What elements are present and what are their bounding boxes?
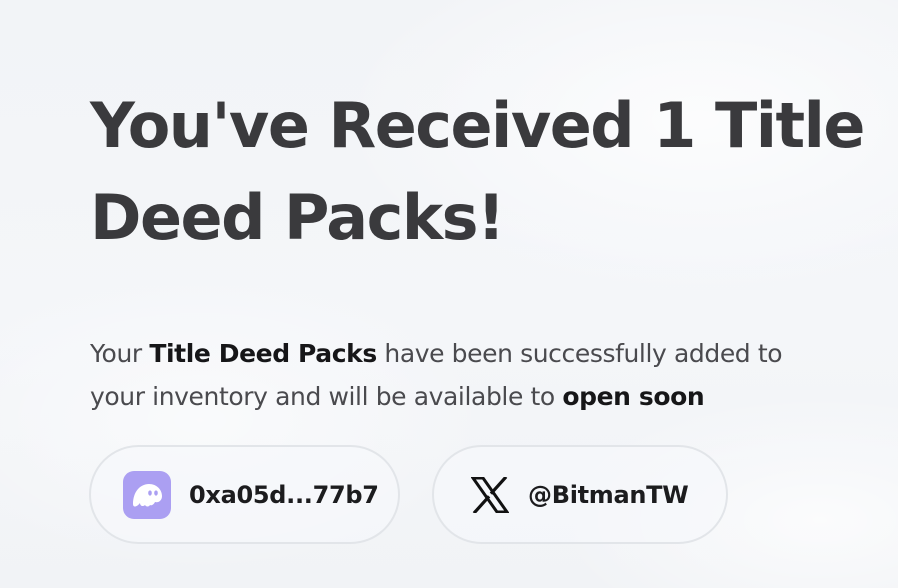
phantom-wallet-icon bbox=[123, 470, 171, 519]
main-content: You've Received 1 Title Deed Packs! Your… bbox=[90, 80, 865, 418]
page-title-line-1: You've Received 1 Title bbox=[90, 89, 865, 162]
wallet-address-pill[interactable]: 0xa05d...77b7 bbox=[89, 445, 400, 544]
page-title: You've Received 1 Title Deed Packs! bbox=[90, 80, 865, 264]
description-line-2: your inventory and will be available to … bbox=[90, 375, 860, 418]
description-text: Your bbox=[90, 339, 150, 368]
wallet-address: 0xa05d...77b7 bbox=[189, 480, 379, 509]
description: Your Title Deed Packs have been successf… bbox=[90, 332, 860, 418]
x-handle: @BitmanTW bbox=[528, 480, 689, 509]
page-title-line-2: Deed Packs! bbox=[90, 181, 505, 254]
description-text: have been successfully added to bbox=[376, 339, 783, 368]
description-highlight-open-soon: open soon bbox=[562, 382, 705, 411]
description-line-1: Your Title Deed Packs have been successf… bbox=[90, 332, 860, 375]
description-highlight-packs: Title Deed Packs bbox=[149, 339, 377, 368]
x-logo-icon bbox=[470, 475, 510, 515]
x-account-pill[interactable]: @BitmanTW bbox=[432, 445, 728, 544]
description-text: your inventory and will be available to bbox=[90, 382, 563, 411]
account-pills: 0xa05d...77b7 @BitmanTW bbox=[89, 445, 728, 544]
